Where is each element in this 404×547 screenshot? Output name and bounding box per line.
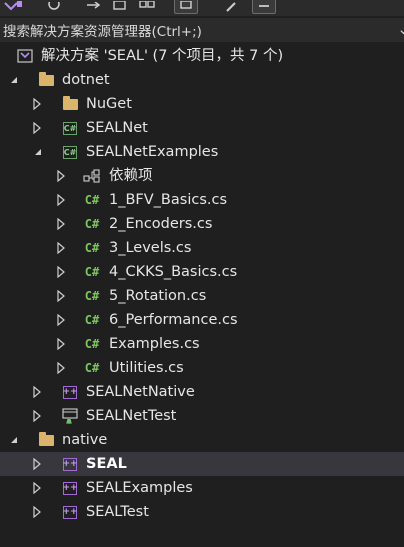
test-project-icon [61, 408, 79, 424]
csharp-file-icon: C# [84, 289, 100, 303]
chevron-right-icon[interactable] [31, 458, 43, 470]
tree-row-file[interactable]: C# 5_Rotation.cs [0, 284, 404, 308]
csharp-file-icon: C# [84, 361, 100, 375]
tree-row-sealnettest[interactable]: SEALNetTest [0, 404, 404, 428]
wrench-icon[interactable] [224, 0, 240, 14]
tree-row-file[interactable]: C# 6_Performance.cs [0, 308, 404, 332]
chevron-down-icon[interactable] [32, 146, 44, 158]
tree-row-sealnet[interactable]: C# SEALNet [0, 116, 404, 140]
tree-row-native[interactable]: native [0, 428, 404, 452]
stack-icon[interactable] [138, 0, 156, 14]
tree-row-file[interactable]: C# 4_CKKS_Basics.cs [0, 260, 404, 284]
tree-row-nuget[interactable]: NuGet [0, 92, 404, 116]
folder-icon [37, 71, 55, 88]
chevron-right-icon[interactable] [55, 170, 67, 182]
tree-row-file[interactable]: C# Examples.cs [0, 332, 404, 356]
csharp-file-icon: C# [84, 337, 100, 351]
tree-row-file[interactable]: C# 3_Levels.cs [0, 236, 404, 260]
file-label: 4_CKKS_Basics.cs [109, 264, 238, 280]
tree-row-file[interactable]: C# 1_BFV_Basics.cs [0, 188, 404, 212]
chevron-right-icon[interactable] [55, 266, 67, 278]
tree-row-dependencies[interactable]: 依赖项 [0, 164, 404, 188]
csharp-file-icon: C# [84, 217, 100, 231]
tree-row-file[interactable]: C# Utilities.cs [0, 356, 404, 380]
chevron-right-icon[interactable] [31, 98, 43, 110]
csharp-project-icon: C# [63, 121, 77, 135]
solution-icon [16, 48, 34, 64]
file-label: 2_Encoders.cs [109, 216, 213, 232]
project-label-sealexamples: SEALExamples [86, 480, 193, 496]
chevron-right-icon[interactable] [31, 482, 43, 494]
chevron-right-icon[interactable] [55, 194, 67, 206]
project-label-seal: SEAL [86, 456, 127, 472]
chevron-right-icon[interactable] [31, 410, 43, 422]
csharp-file-icon: C# [84, 241, 100, 255]
csharp-file-icon: C# [84, 193, 100, 207]
chevron-right-icon[interactable] [55, 290, 67, 302]
project-label-sealnet: SEALNet [86, 120, 148, 136]
chevron-down-icon[interactable] [8, 74, 20, 86]
cpp-project-icon: ++ [62, 385, 78, 399]
chevron-right-icon[interactable] [31, 386, 43, 398]
file-label: 1_BFV_Basics.cs [109, 192, 228, 208]
solution-explorer-toolbar [0, 0, 404, 16]
search-input[interactable]: 搜索解决方案资源管理器(Ctrl+;) ⌄ [0, 18, 404, 42]
tree-row-sealtest[interactable]: ++ SEALTest [0, 500, 404, 524]
file-label: Utilities.cs [109, 360, 184, 376]
chevron-right-icon[interactable] [31, 506, 43, 518]
tree-row-dotnet[interactable]: dotnet [0, 68, 404, 92]
tree-row-sealnetnative[interactable]: ++ SEALNetNative [0, 380, 404, 404]
collapse-icon[interactable] [252, 0, 276, 14]
tree-row-solution[interactable]: 解决方案 'SEAL' (7 个项目，共 7 个) [0, 44, 404, 68]
project-label-sealnetnative: SEALNetNative [86, 384, 195, 400]
file-label: 6_Performance.cs [109, 312, 238, 328]
folder-label-nuget: NuGet [86, 96, 132, 112]
back-icon[interactable] [46, 0, 62, 14]
folder-label-dotnet: dotnet [62, 72, 110, 88]
csharp-file-icon: C# [84, 313, 100, 327]
dependencies-label: 依赖项 [109, 168, 153, 184]
project-label-sealnetexamples: SEALNetExamples [86, 144, 219, 160]
chevron-right-icon[interactable] [55, 242, 67, 254]
chevron-right-icon[interactable] [55, 338, 67, 350]
chevron-right-icon[interactable] [55, 218, 67, 230]
file-label: Examples.cs [109, 336, 200, 352]
folder-icon [37, 431, 55, 448]
solution-icon[interactable] [2, 0, 24, 14]
solution-label: 解决方案 'SEAL' (7 个项目，共 7 个) [41, 48, 284, 64]
chevron-right-icon[interactable] [31, 122, 43, 134]
tree-row-sealexamples[interactable]: ++ SEALExamples [0, 476, 404, 500]
file-label: 5_Rotation.cs [109, 288, 207, 304]
folder-icon [61, 95, 79, 112]
redo-icon[interactable] [86, 0, 102, 14]
sync-icon[interactable] [174, 0, 198, 14]
refresh-icon[interactable] [112, 0, 130, 14]
project-label-sealnettest: SEALNetTest [86, 408, 177, 424]
chevron-right-icon[interactable] [55, 314, 67, 326]
chevron-down-icon[interactable] [8, 434, 20, 446]
file-label: 3_Levels.cs [109, 240, 192, 256]
tree-row-seal[interactable]: ++ SEAL [0, 452, 404, 476]
cpp-project-icon: ++ [62, 481, 78, 495]
cpp-project-icon: ++ [62, 457, 78, 471]
search-options-icon[interactable]: ⌄ [397, 20, 404, 38]
csharp-file-icon: C# [84, 265, 100, 279]
tree-row-sealnetexamples[interactable]: C# SEALNetExamples [0, 140, 404, 164]
project-label-sealtest: SEALTest [86, 504, 149, 520]
csharp-project-icon: C# [63, 145, 77, 159]
tree-row-file[interactable]: C# 2_Encoders.cs [0, 212, 404, 236]
folder-label-native: native [62, 432, 108, 448]
cpp-project-icon: ++ [62, 505, 78, 519]
dependencies-icon [83, 168, 101, 184]
chevron-right-icon[interactable] [55, 362, 67, 374]
search-placeholder: 搜索解决方案资源管理器(Ctrl+;) [3, 24, 202, 40]
